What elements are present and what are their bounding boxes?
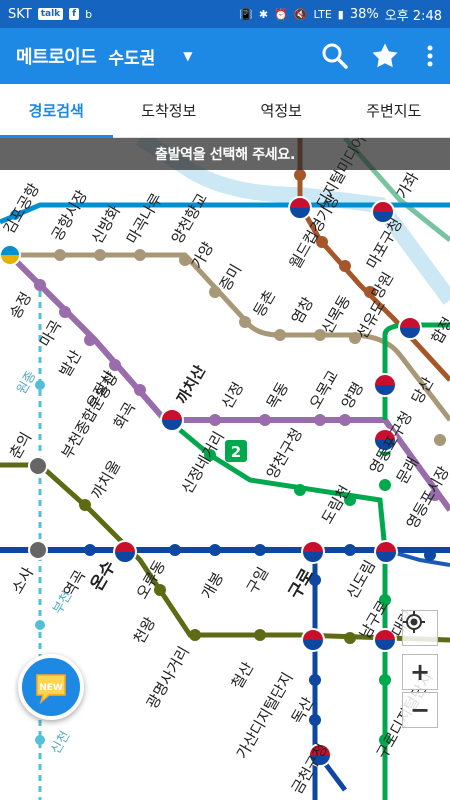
station-label[interactable]: 신도림 — [343, 557, 379, 602]
tab-route-search[interactable]: 경로검색 — [0, 84, 113, 138]
carrier: SKT — [8, 6, 32, 22]
station-label[interactable]: 송정 — [6, 289, 35, 322]
station-label[interactable]: 부천종합운동장 — [58, 369, 122, 462]
station-label[interactable]: 발산 — [56, 347, 85, 380]
station-label[interactable]: 개봉 — [198, 569, 227, 602]
station-label[interactable]: 구일 — [243, 564, 272, 597]
bluetooth-icon: ✱ — [258, 7, 269, 21]
clock: 오후 2:48 — [384, 8, 442, 24]
station-label[interactable]: 신천 — [48, 729, 73, 757]
station-label[interactable]: 천왕 — [130, 614, 159, 647]
b-icon: b — [85, 7, 93, 21]
station-label[interactable]: 양천구청 — [263, 425, 306, 482]
station-label[interactable]: 신정 — [218, 379, 247, 412]
station-label[interactable]: 증미 — [216, 261, 245, 294]
line-2 — [178, 428, 388, 800]
station-label[interactable]: 마곡나루 — [123, 190, 166, 247]
talk-icon: talk — [37, 8, 64, 20]
instruction-banner: 출발역을 선택해 주세요. — [0, 138, 450, 170]
station-label[interactable]: 목동 — [263, 379, 292, 412]
tab-nearby-map[interactable]: 주변지도 — [338, 84, 450, 137]
search-button[interactable] — [310, 28, 360, 84]
station-label[interactable]: 합정 — [428, 314, 450, 347]
more-vert-icon — [427, 45, 433, 67]
dropdown-arrow-icon: ▼ — [183, 49, 193, 63]
region-label: 수도권 — [108, 48, 156, 69]
network-type: LTE — [313, 7, 332, 21]
line-2-badge-text: 2 — [231, 443, 241, 461]
star-icon — [372, 43, 398, 68]
speech-bubble-icon: NEW — [36, 674, 66, 705]
zoom-in-button[interactable]: + — [402, 654, 438, 690]
station-label[interactable]: 등촌 — [250, 287, 279, 320]
station-label[interactable]: 마곡 — [36, 317, 65, 350]
station-label[interactable]: 오목교 — [306, 367, 342, 412]
station-label[interactable]: 금천구청 — [288, 740, 331, 797]
station-label[interactable]: 신목동 — [318, 292, 354, 337]
alarm-icon: ⏰ — [274, 7, 288, 21]
station-label[interactable]: 까치울 — [88, 457, 124, 502]
station-label[interactable]: 양천향교 — [168, 190, 211, 247]
vibrate-icon: 📳 — [239, 7, 253, 21]
station-label[interactable]: 철산 — [228, 659, 257, 692]
station-label[interactable]: 화곡 — [110, 399, 139, 432]
search-icon — [322, 43, 348, 69]
tab-station-info[interactable]: 역정보 — [225, 84, 338, 137]
station-label[interactable]: 소사 — [8, 564, 37, 597]
station-label[interactable]: 양평 — [338, 379, 367, 412]
region-selector[interactable]: 수도권 ▼ — [108, 44, 192, 69]
new-feature-button[interactable]: NEW — [18, 654, 84, 720]
station-label[interactable]: 온수 — [87, 557, 120, 594]
station-label[interactable]: 광명사거리 — [143, 643, 193, 712]
new-badge-text: NEW — [39, 683, 63, 693]
station-label[interactable]: 춘의 — [6, 429, 35, 462]
station-label[interactable]: 가양 — [188, 239, 217, 272]
my-location-icon — [403, 611, 425, 633]
battery-level: 38% — [349, 6, 379, 22]
signal-icon: ▮ — [337, 7, 344, 21]
status-bar: SKT talk f b 📳 ✱ ⏰ 🔇 LTE ▮ 38% 오후 2:48 — [0, 0, 450, 28]
tab-bar: 경로검색 도착정보 역정보 주변지도 — [0, 84, 450, 138]
app-title: 메트로이드 — [16, 47, 97, 68]
my-location-button[interactable] — [402, 610, 438, 646]
station-label[interactable]: 신방화 — [88, 202, 124, 247]
mute-icon: 🔇 — [293, 7, 308, 21]
favorites-button[interactable] — [360, 28, 410, 84]
zoom-out-button[interactable]: − — [402, 692, 438, 728]
facebook-icon: f — [69, 8, 80, 20]
app-bar: 메트로이드 수도권 ▼ — [0, 28, 450, 84]
station-label[interactable]: 염창 — [288, 294, 317, 327]
station-label[interactable]: 문래 — [393, 454, 422, 487]
tab-arrival-info[interactable]: 도착정보 — [113, 84, 226, 137]
station-label[interactable]: 공항시장 — [48, 187, 91, 244]
station-label[interactable]: 당산 — [408, 374, 437, 407]
more-button[interactable] — [410, 28, 450, 84]
station-label[interactable]: 까치산 — [173, 362, 209, 407]
